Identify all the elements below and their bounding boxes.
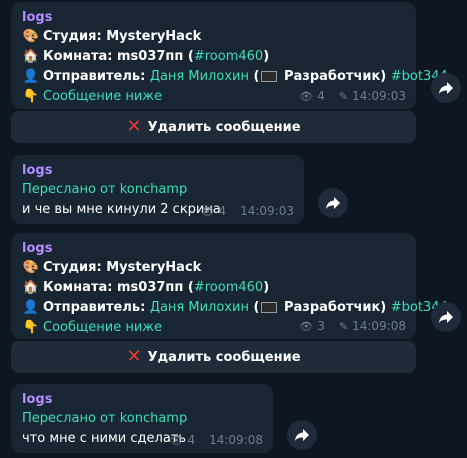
room-line: 🏠 Комната: ms037пп (#room460) <box>22 47 405 67</box>
red-cross-icon: ✕ <box>126 346 142 367</box>
room-hashtag-link[interactable]: #room460 <box>194 49 263 64</box>
red-cross-icon: ✕ <box>126 116 142 137</box>
sender-name[interactable]: logs <box>22 9 405 27</box>
share-button[interactable] <box>318 188 348 218</box>
sender-name[interactable]: logs <box>22 162 293 180</box>
pencil-icon: ✎ <box>338 319 349 333</box>
house-icon: 🏠 <box>22 280 40 295</box>
view-count: 4 <box>187 433 196 447</box>
message-bubble[interactable]: logs 🎨 Студия: MysteryHack 🏠 Комната: ms03… <box>11 2 448 109</box>
view-count: 4 <box>317 89 325 103</box>
user-icon: 👤 <box>22 300 40 315</box>
pencil-icon: ✎ <box>338 89 349 103</box>
share-arrow-icon <box>439 82 453 94</box>
share-button[interactable] <box>431 302 461 332</box>
eye-icon: 👁 <box>169 433 184 447</box>
share-button[interactable] <box>431 73 461 103</box>
user-mention-link[interactable]: Даня Милохин <box>150 300 249 315</box>
message-meta: 👁 3 ✎ 14:09:08 <box>299 319 406 333</box>
message-bubble[interactable]: logs Переслано от konchamp что мне с ним… <box>11 384 273 453</box>
delete-message-label: Удалить сообщение <box>147 349 301 365</box>
message-bubble[interactable]: logs 🎨 Студия: MysteryHack 🏠 Комната: ms03… <box>11 233 448 339</box>
house-icon: 🏠 <box>22 49 40 64</box>
message-below-link[interactable]: Сообщение ниже <box>43 320 162 335</box>
share-button[interactable] <box>287 420 317 450</box>
user-icon: 👤 <box>22 69 40 84</box>
message-time: 14:09:08 <box>352 319 406 333</box>
sender-name[interactable]: logs <box>22 391 262 409</box>
eye-icon: 👁 <box>299 89 314 103</box>
message-meta: 👁 4 14:09:03 <box>200 204 294 218</box>
sender-line: 👤 Отправитель: Даня Милохин ( Разработчик… <box>22 298 448 318</box>
sender-line: 👤 Отправитель: Даня Милохин ( Разработчик… <box>22 67 448 87</box>
user-mention-link[interactable]: Даня Милохин <box>150 69 249 84</box>
pointing-down-icon: 👇 <box>22 320 40 335</box>
palette-icon: 🎨 <box>22 260 40 275</box>
delete-message-button[interactable]: ✕ Удалить сообщение <box>11 111 416 143</box>
delete-message-button[interactable]: ✕ Удалить сообщение <box>11 341 416 373</box>
message-bubble[interactable]: logs Переслано от konchamp и че вы мне к… <box>11 155 304 224</box>
message-meta: 👁 4 14:09:08 <box>169 433 263 447</box>
message-below-link[interactable]: Сообщение ниже <box>43 89 162 104</box>
studio-line: 🎨 Студия: MysteryHack <box>22 27 405 47</box>
studio-line: 🎨 Студия: MysteryHack <box>22 258 405 278</box>
pointing-down-icon: 👇 <box>22 89 40 104</box>
eye-icon: 👁 <box>299 319 314 333</box>
laptop-icon <box>261 71 278 82</box>
view-count: 4 <box>218 204 227 218</box>
share-arrow-icon <box>326 197 340 209</box>
share-arrow-icon <box>295 429 309 441</box>
room-line: 🏠 Комната: ms037пп (#room460) <box>22 278 405 298</box>
view-count: 3 <box>317 319 325 333</box>
message-meta: 👁 4 ✎ 14:09:03 <box>299 89 406 103</box>
message-time: 14:09:03 <box>240 204 294 218</box>
forwarded-from[interactable]: Переслано от konchamp <box>22 409 262 429</box>
sender-name[interactable]: logs <box>22 240 405 258</box>
eye-icon: 👁 <box>200 204 215 218</box>
laptop-icon <box>261 302 278 313</box>
palette-icon: 🎨 <box>22 29 40 44</box>
forwarded-from[interactable]: Переслано от konchamp <box>22 180 293 200</box>
room-hashtag-link[interactable]: #room460 <box>194 280 263 295</box>
message-time: 14:09:03 <box>352 89 406 103</box>
delete-message-label: Удалить сообщение <box>147 119 301 135</box>
share-arrow-icon <box>439 311 453 323</box>
message-time: 14:09:08 <box>209 433 263 447</box>
